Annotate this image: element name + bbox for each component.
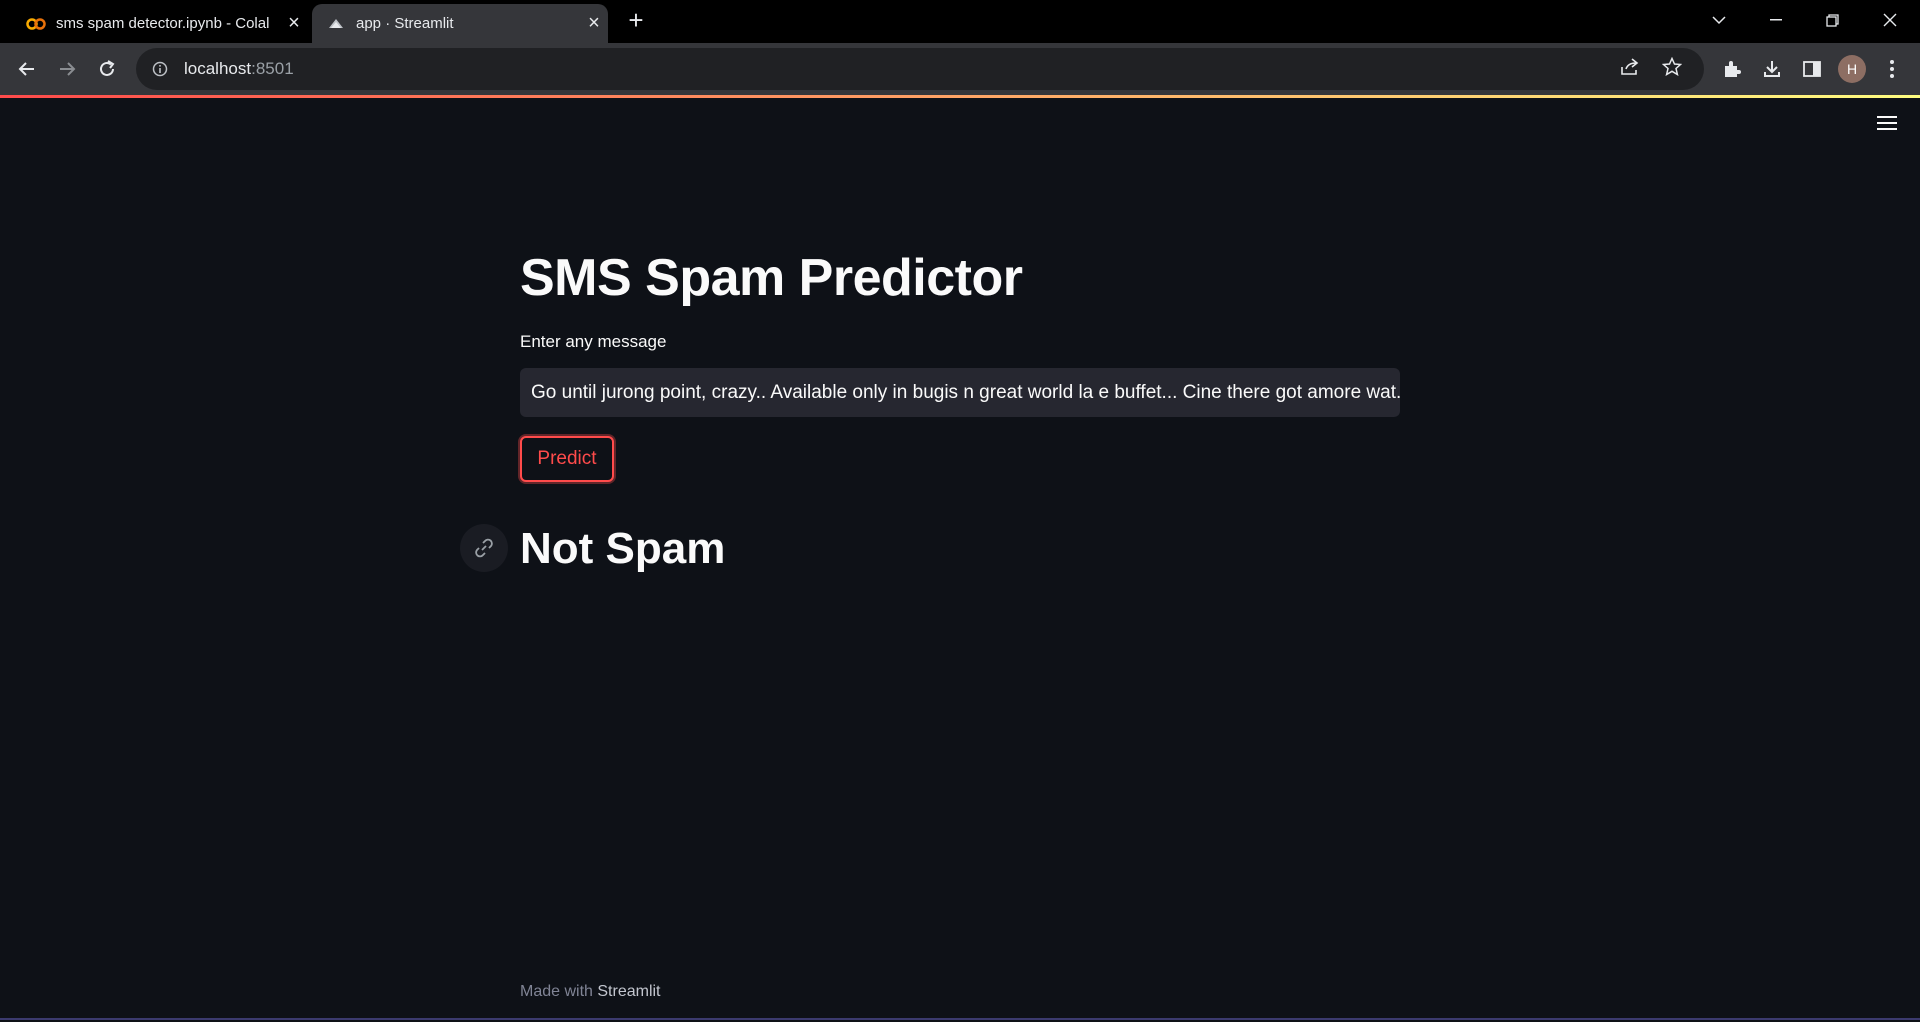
side-panel-icon[interactable]	[1796, 53, 1828, 85]
bookmark-star-icon[interactable]	[1661, 56, 1683, 81]
tab-colab[interactable]: sms spam detector.ipynb - Colal ×	[12, 4, 308, 43]
message-input-label: Enter any message	[520, 332, 667, 351]
hamburger-menu-icon[interactable]	[1874, 112, 1900, 138]
extensions-icon[interactable]	[1716, 53, 1748, 85]
footer: Made with Streamlit	[520, 983, 661, 1001]
tab-streamlit[interactable]: app · Streamlit ×	[312, 4, 608, 43]
download-icon[interactable]	[1756, 53, 1788, 85]
avatar: H	[1838, 55, 1866, 83]
reload-icon[interactable]	[91, 53, 123, 85]
colab-icon	[26, 14, 46, 34]
profile-avatar[interactable]: H	[1836, 53, 1868, 85]
restore-icon[interactable]	[1804, 0, 1861, 40]
streamlit-app: SMS Spam Predictor Enter any message Go …	[0, 98, 1920, 1020]
back-icon[interactable]	[11, 53, 43, 85]
page-title: SMS Spam Predictor	[520, 249, 1023, 307]
browser-toolbar: localhost:8501 H	[0, 43, 1920, 95]
predict-button[interactable]: Predict	[520, 436, 614, 482]
close-tab-icon[interactable]: ×	[280, 12, 308, 35]
tab-title: app · Streamlit	[356, 15, 454, 32]
browser-chrome: sms spam detector.ipynb - Colal × app · …	[0, 0, 1920, 95]
streamlit-link[interactable]: Streamlit	[597, 983, 660, 1000]
prediction-result: Not Spam	[520, 524, 726, 573]
tab-search-icon[interactable]	[1690, 0, 1747, 40]
url-host: localhost	[184, 59, 252, 78]
minimize-icon[interactable]	[1747, 0, 1804, 40]
tab-title: sms spam detector.ipynb - Colal	[56, 15, 270, 32]
address-bar[interactable]: localhost:8501	[136, 48, 1704, 90]
link-icon[interactable]	[460, 524, 508, 572]
kebab-menu-icon[interactable]	[1876, 53, 1908, 85]
close-tab-icon[interactable]: ×	[580, 12, 608, 35]
forward-icon[interactable]	[51, 53, 83, 85]
streamlit-icon	[326, 14, 346, 34]
new-tab-icon[interactable]: +	[622, 6, 650, 34]
footer-prefix: Made with	[520, 983, 598, 1000]
site-info-icon[interactable]	[150, 59, 170, 79]
tab-strip: sms spam detector.ipynb - Colal × app · …	[0, 0, 1920, 43]
close-window-icon[interactable]	[1861, 0, 1918, 40]
share-icon[interactable]	[1620, 57, 1640, 81]
message-input[interactable]: Go until jurong point, crazy.. Available…	[520, 368, 1400, 417]
bottom-border	[0, 1018, 1920, 1020]
url-port: :8501	[251, 59, 294, 78]
